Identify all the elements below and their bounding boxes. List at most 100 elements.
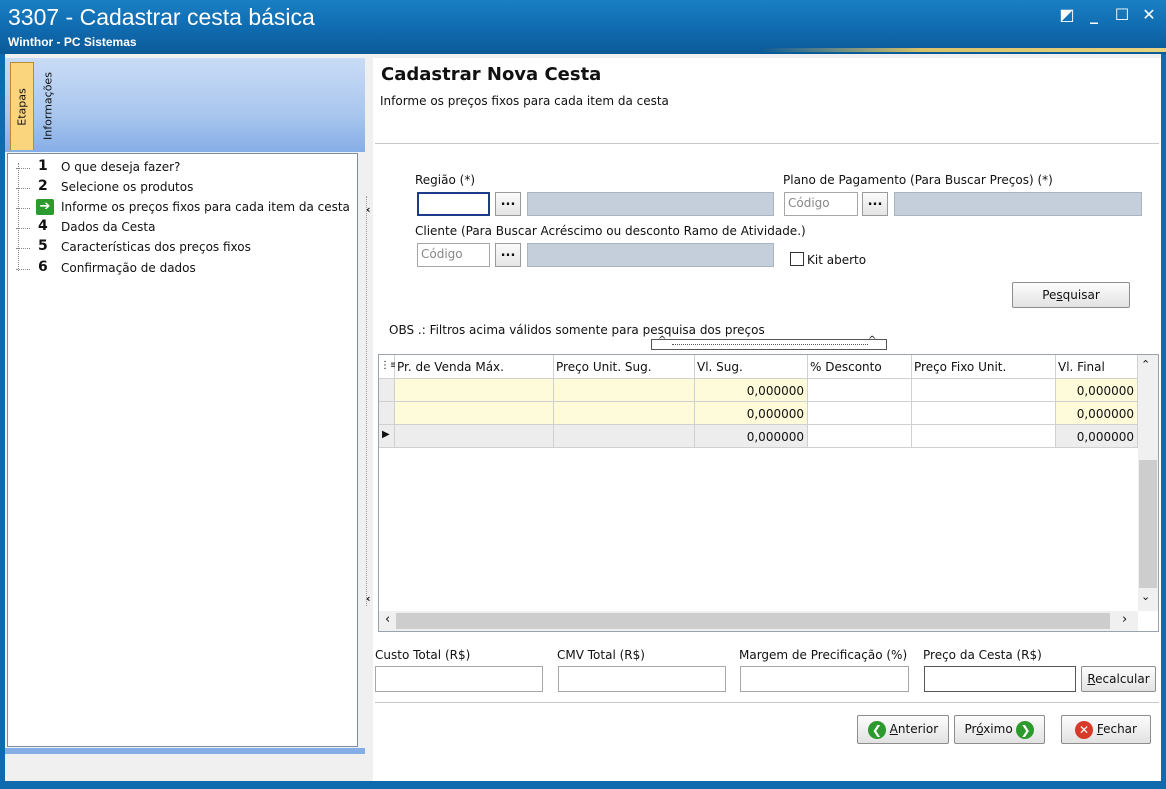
scroll-up-icon[interactable]: ⌃ [1141, 358, 1150, 371]
page-subtitle: Informe os preços fixos para cada item d… [380, 94, 669, 108]
cell-preco-fixo-unit[interactable] [912, 379, 1056, 402]
cell-preco-fixo-unit[interactable] [912, 402, 1056, 425]
title-bar: 3307 - Cadastrar cesta básica Winthor - … [0, 0, 1166, 54]
step-label: O que deseja fazer? [61, 160, 181, 174]
pesquisar-button[interactable]: Pesquisar [1012, 282, 1130, 308]
cell-pr-venda-max[interactable] [395, 425, 554, 448]
step-number: 1 [38, 158, 48, 174]
row-indicator[interactable] [379, 402, 395, 425]
header-divider [375, 143, 1159, 144]
cell-vl-final[interactable]: 0,000000 [1056, 379, 1138, 402]
horizontal-scroll-thumb[interactable] [396, 613, 1110, 629]
panel-splitter[interactable] [366, 196, 373, 606]
cliente-label: Cliente (Para Buscar Acréscimo ou descon… [415, 224, 806, 238]
kit-aberto-label: Kit aberto [807, 253, 867, 267]
close-circle-icon: ✕ [1075, 720, 1094, 739]
cell-desconto[interactable] [808, 402, 912, 425]
step-number: 4 [38, 218, 48, 234]
cell-desconto[interactable] [808, 379, 912, 402]
vertical-scroll-thumb[interactable] [1139, 460, 1157, 588]
plano-label: Plano de Pagamento (Para Buscar Preços) … [783, 173, 1053, 187]
cell-vl-sug[interactable]: 0,000000 [695, 425, 808, 448]
step-label: Confirmação de dados [61, 261, 196, 275]
step-number: 5 [38, 238, 48, 254]
obs-text: OBS .: Filtros acima válidos somente par… [389, 323, 765, 337]
tree-line [18, 163, 19, 271]
preco-cesta-label: Preço da Cesta (R$) [923, 648, 1042, 662]
regiao-label: Região (*) [415, 173, 476, 187]
cell-preco-unit-sug[interactable] [554, 402, 695, 425]
cell-vl-sug[interactable]: 0,000000 [695, 379, 808, 402]
regiao-input[interactable] [417, 192, 490, 216]
window-subtitle: Winthor - PC Sistemas [8, 35, 137, 49]
custo-total-label: Custo Total (R$) [375, 648, 471, 662]
anterior-button[interactable]: ❮ Anterior [857, 715, 949, 744]
cell-desconto[interactable] [808, 425, 912, 448]
row-indicator[interactable] [379, 379, 395, 402]
grid-splitter[interactable]: ^ ^ [651, 335, 887, 350]
window-border-bottom [0, 781, 1166, 789]
cmv-total-field[interactable] [558, 666, 726, 692]
cell-pr-venda-max[interactable] [395, 402, 554, 425]
cell-pr-venda-max[interactable] [395, 379, 554, 402]
minimize-icon[interactable]: _ [1083, 4, 1105, 26]
restore-icon[interactable]: ◩ [1056, 4, 1078, 26]
col-header-vl-final[interactable]: Vl. Final [1056, 355, 1138, 379]
margem-label: Margem de Precificação (%) [739, 648, 908, 662]
scroll-left-icon[interactable]: ‹ [385, 612, 390, 627]
col-header-pr-venda-max[interactable]: Pr. de Venda Máx. [395, 355, 554, 379]
column-chooser-icon[interactable]: ⋮≡ [379, 355, 398, 379]
cmv-total-label: CMV Total (R$) [557, 648, 645, 662]
cliente-input[interactable]: Código [417, 243, 490, 267]
cliente-lookup-button[interactable]: ... [495, 243, 521, 267]
proximo-button[interactable]: Próximo ❯ [954, 715, 1045, 744]
step-label: Dados da Cesta [61, 220, 156, 234]
step-label: Selecione os produtos [61, 180, 194, 194]
col-header-preco-fixo-unit[interactable]: Preço Fixo Unit. [912, 355, 1056, 379]
window-border-left [0, 54, 5, 781]
regiao-description [527, 192, 774, 216]
footer-divider [375, 702, 1159, 703]
plano-description [894, 192, 1142, 216]
kit-aberto-checkbox[interactable] [790, 252, 804, 266]
scroll-right-icon[interactable]: › [1122, 612, 1127, 627]
fechar-button[interactable]: ✕ Fechar [1061, 715, 1151, 744]
step-number: 2 [38, 178, 48, 194]
tab-informacoes[interactable]: Informações [36, 62, 60, 150]
recalcular-button[interactable]: Recalcular [1081, 666, 1156, 692]
plano-lookup-button[interactable]: ... [862, 192, 888, 216]
arrow-right-icon: ❯ [1016, 720, 1035, 739]
arrow-left-icon: ❮ [867, 720, 886, 739]
col-header-vl-sug[interactable]: Vl. Sug. [695, 355, 808, 379]
title-accent [760, 48, 1166, 52]
maximize-icon[interactable]: ☐ [1111, 4, 1133, 26]
window-border-right [1161, 54, 1166, 781]
cell-preco-unit-sug[interactable] [554, 379, 695, 402]
row-indicator-selected-icon[interactable]: ▶ [379, 425, 395, 448]
step-label: Informe os preços fixos para cada item d… [61, 200, 350, 214]
step-number: 6 [38, 259, 48, 275]
cell-preco-fixo-unit[interactable] [912, 425, 1056, 448]
col-header-desconto[interactable]: % Desconto [808, 355, 912, 379]
sidebar-footer [5, 748, 365, 754]
cliente-description [527, 243, 774, 267]
custo-total-field[interactable] [375, 666, 543, 692]
cell-vl-sug[interactable]: 0,000000 [695, 402, 808, 425]
regiao-lookup-button[interactable]: ... [495, 192, 521, 216]
cell-vl-final[interactable]: 0,000000 [1056, 425, 1138, 448]
cell-preco-unit-sug[interactable] [554, 425, 695, 448]
current-step-arrow-icon: ➔ [36, 199, 54, 215]
preco-cesta-field[interactable] [924, 666, 1076, 692]
expand-up-icon: ^ [658, 335, 667, 346]
tab-etapas[interactable]: Etapas [10, 62, 34, 150]
col-header-preco-unit-sug[interactable]: Preço Unit. Sug. [554, 355, 695, 379]
expand-up-icon: ^ [868, 335, 877, 346]
plano-input[interactable]: Código [784, 192, 858, 216]
window-title: 3307 - Cadastrar cesta básica [8, 4, 315, 30]
close-icon[interactable]: ✕ [1138, 4, 1160, 26]
margem-field[interactable] [740, 666, 909, 692]
scroll-down-icon[interactable]: ⌄ [1141, 590, 1150, 603]
step-label: Características dos preços fixos [61, 240, 251, 254]
page-title: Cadastrar Nova Cesta [381, 64, 602, 85]
cell-vl-final[interactable]: 0,000000 [1056, 402, 1138, 425]
